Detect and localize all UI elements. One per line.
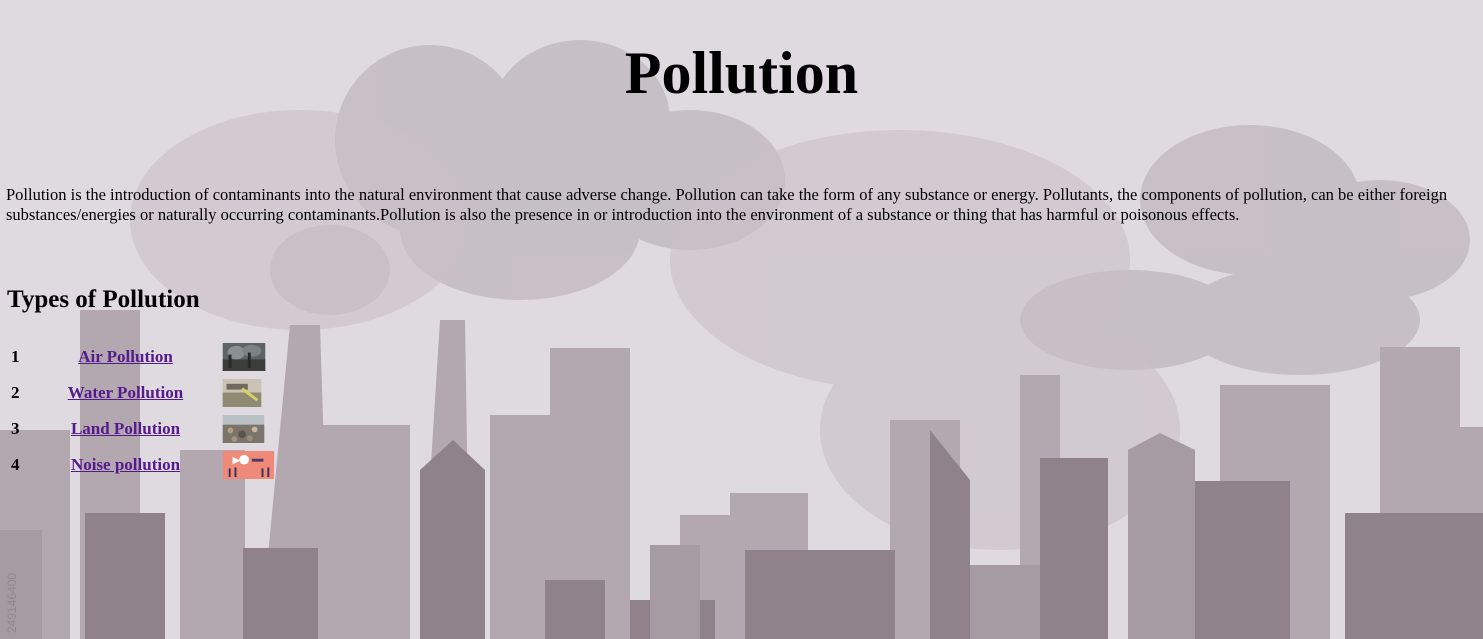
type-cell: Water Pollution	[32, 376, 219, 410]
noise-pollution-link[interactable]: Noise pollution	[71, 455, 180, 474]
thumbnail-cell	[221, 376, 276, 410]
water-pollution-thumbnail[interactable]	[222, 379, 262, 407]
land-pollution-thumbnail[interactable]	[222, 415, 265, 443]
row-number: 2	[11, 383, 20, 402]
thumbnail-cell	[221, 340, 276, 374]
thumbnail-cell	[221, 448, 276, 482]
type-cell: Land Pollution	[32, 412, 219, 446]
page-title: Pollution	[624, 40, 859, 106]
row-number: 4	[11, 455, 20, 474]
intro-paragraph: Pollution is the introduction of contami…	[6, 185, 1448, 224]
table-row: 1 Air Pollution	[8, 340, 276, 374]
background-image-id: 249146400	[5, 572, 19, 633]
thumbnail-cell	[221, 412, 276, 446]
row-number: 1	[11, 347, 20, 366]
type-cell: Noise pollution	[32, 448, 219, 482]
air-pollution-thumbnail[interactable]	[222, 343, 266, 371]
noise-pollution-thumbnail[interactable]	[222, 451, 275, 479]
water-pollution-link[interactable]: Water Pollution	[68, 383, 183, 402]
types-heading: Types of Pollution	[7, 286, 200, 313]
type-cell: Air Pollution	[32, 340, 219, 374]
land-pollution-link[interactable]: Land Pollution	[71, 419, 180, 438]
pollution-types-table: 1 Air Pollution 2 Water Pollution 3 Land…	[6, 338, 278, 484]
table-row: 4 Noise pollution	[8, 448, 276, 482]
air-pollution-link[interactable]: Air Pollution	[78, 347, 173, 366]
table-row: 3 Land Pollution	[8, 412, 276, 446]
row-number: 3	[11, 419, 20, 438]
table-row: 2 Water Pollution	[8, 376, 276, 410]
